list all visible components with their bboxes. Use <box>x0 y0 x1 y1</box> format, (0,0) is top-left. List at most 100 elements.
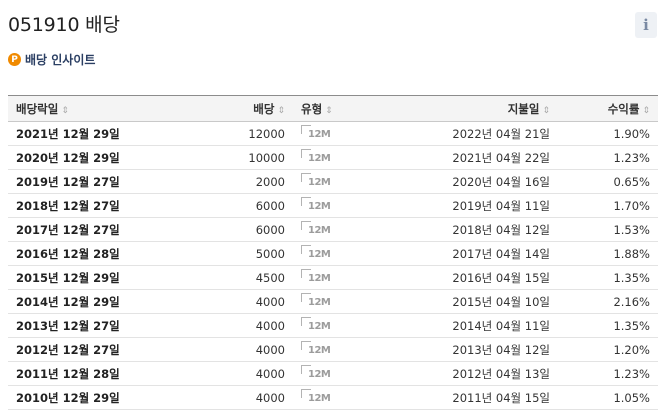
yield-cell: 1.88% <box>558 241 658 266</box>
ex-date-cell: 2019년 12월 27일 <box>8 169 173 194</box>
period-icon-label: 12M <box>308 321 331 332</box>
period-12m-icon: 12M <box>301 293 331 310</box>
column-header-amount[interactable]: 배당 ⇕ <box>173 95 293 122</box>
period-12m-icon: 12M <box>301 149 331 166</box>
ex-date-cell: 2014년 12월 29일 <box>8 289 173 314</box>
column-header-yield[interactable]: 수익률 ⇕ <box>558 95 658 122</box>
period-icon-label: 12M <box>308 129 331 140</box>
amount-cell: 4000 <box>173 289 293 314</box>
sort-icon: ⇕ <box>542 105 550 116</box>
type-cell: 12M <box>293 121 388 146</box>
page-title: 051910 배당 <box>8 14 120 36</box>
yield-cell: 1.23% <box>558 145 658 170</box>
table-row: 2014년 12월 29일 4000 12M 2015년 04월 10일 2.16% <box>8 289 658 314</box>
ex-date-cell: 2013년 12월 27일 <box>8 313 173 338</box>
period-icon-label: 12M <box>308 225 331 236</box>
period-12m-icon: 12M <box>301 197 331 214</box>
period-icon-label: 12M <box>308 153 331 164</box>
period-12m-icon: 12M <box>301 365 331 382</box>
amount-cell: 6000 <box>173 193 293 218</box>
period-icon-label: 12M <box>308 345 331 356</box>
ex-date-cell: 2015년 12월 29일 <box>8 265 173 290</box>
table-row: 2018년 12월 27일 6000 12M 2019년 04월 11일 1.70% <box>8 193 658 218</box>
table-row: 2015년 12월 29일 4500 12M 2016년 04월 15일 1.35% <box>8 265 658 290</box>
table-row: 2020년 12월 29일 10000 12M 2021년 04월 22일 1.23% <box>8 145 658 170</box>
yield-cell: 1.70% <box>558 193 658 218</box>
period-icon-label: 12M <box>308 201 331 212</box>
period-icon-label: 12M <box>308 273 331 284</box>
amount-cell: 5000 <box>173 241 293 266</box>
period-icon-label: 12M <box>308 297 331 308</box>
period-icon-label: 12M <box>308 369 331 380</box>
yield-cell: 1.35% <box>558 265 658 290</box>
yield-cell: 1.35% <box>558 313 658 338</box>
ex-date-cell: 2016년 12월 28일 <box>8 241 173 266</box>
period-12m-icon: 12M <box>301 221 331 238</box>
pay-date-cell: 2011년 04월 15일 <box>388 385 558 410</box>
pay-date-cell: 2022년 04월 21일 <box>388 121 558 146</box>
table-row: 2013년 12월 27일 4000 12M 2014년 04월 11일 1.35% <box>8 313 658 338</box>
period-12m-icon: 12M <box>301 125 331 142</box>
sort-icon: ⇕ <box>277 105 285 116</box>
yield-cell: 2.16% <box>558 289 658 314</box>
column-header-type[interactable]: 유형 ⇕ <box>293 95 388 122</box>
type-cell: 12M <box>293 361 388 386</box>
period-12m-icon: 12M <box>301 245 331 262</box>
yield-cell: 1.20% <box>558 337 658 362</box>
amount-cell: 4000 <box>173 313 293 338</box>
period-12m-icon: 12M <box>301 173 331 190</box>
amount-cell: 6000 <box>173 217 293 242</box>
table-row: 2017년 12월 27일 6000 12M 2018년 04월 12일 1.53% <box>8 217 658 242</box>
ex-date-cell: 2011년 12월 28일 <box>8 361 173 386</box>
amount-cell: 4500 <box>173 265 293 290</box>
yield-cell: 0.65% <box>558 169 658 194</box>
table-row: 2019년 12월 27일 2000 12M 2020년 04월 16일 0.65% <box>8 169 658 194</box>
type-cell: 12M <box>293 169 388 194</box>
period-icon-label: 12M <box>308 177 331 188</box>
ex-date-cell: 2020년 12월 29일 <box>8 145 173 170</box>
pay-date-cell: 2020년 04월 16일 <box>388 169 558 194</box>
insight-logo-icon: P <box>8 53 21 66</box>
table-row: 2010년 12월 29일 4000 12M 2011년 04월 15일 1.05% <box>8 385 658 410</box>
insight-label: 배당 인사이트 <box>25 53 96 67</box>
ex-date-cell: 2018년 12월 27일 <box>8 193 173 218</box>
period-icon-label: 12M <box>308 249 331 260</box>
yield-cell: 1.23% <box>558 361 658 386</box>
sort-icon: ⇕ <box>642 105 650 116</box>
column-header-pay-date[interactable]: 지불일 ⇕ <box>388 95 558 122</box>
period-12m-icon: 12M <box>301 317 331 334</box>
amount-cell: 2000 <box>173 169 293 194</box>
sort-icon: ⇕ <box>61 105 69 116</box>
type-cell: 12M <box>293 289 388 314</box>
table-row: 2011년 12월 28일 4000 12M 2012년 04월 13일 1.23% <box>8 361 658 386</box>
period-12m-icon: 12M <box>301 341 331 358</box>
type-cell: 12M <box>293 265 388 290</box>
sort-icon: ⇕ <box>325 105 333 116</box>
pay-date-cell: 2015년 04월 10일 <box>388 289 558 314</box>
info-icon[interactable]: i <box>635 12 657 38</box>
amount-cell: 4000 <box>173 385 293 410</box>
ex-date-cell: 2012년 12월 27일 <box>8 337 173 362</box>
ex-date-cell: 2021년 12월 29일 <box>8 121 173 146</box>
type-cell: 12M <box>293 217 388 242</box>
pay-date-cell: 2013년 04월 12일 <box>388 337 558 362</box>
type-cell: 12M <box>293 193 388 218</box>
ex-date-cell: 2010년 12월 29일 <box>8 385 173 410</box>
pay-date-cell: 2014년 04월 11일 <box>388 313 558 338</box>
type-cell: 12M <box>293 313 388 338</box>
period-icon-label: 12M <box>308 393 331 404</box>
pay-date-cell: 2021년 04월 22일 <box>388 145 558 170</box>
period-12m-icon: 12M <box>301 269 331 286</box>
pay-date-cell: 2016년 04월 15일 <box>388 265 558 290</box>
amount-cell: 10000 <box>173 145 293 170</box>
amount-cell: 4000 <box>173 337 293 362</box>
pay-date-cell: 2012년 04월 13일 <box>388 361 558 386</box>
amount-cell: 12000 <box>173 121 293 146</box>
amount-cell: 4000 <box>173 361 293 386</box>
type-cell: 12M <box>293 241 388 266</box>
yield-cell: 1.53% <box>558 217 658 242</box>
dividend-insight-link[interactable]: P 배당 인사이트 <box>8 51 95 68</box>
type-cell: 12M <box>293 337 388 362</box>
column-header-ex-date[interactable]: 배당락일 ⇕ <box>8 95 173 122</box>
period-12m-icon: 12M <box>301 389 331 406</box>
